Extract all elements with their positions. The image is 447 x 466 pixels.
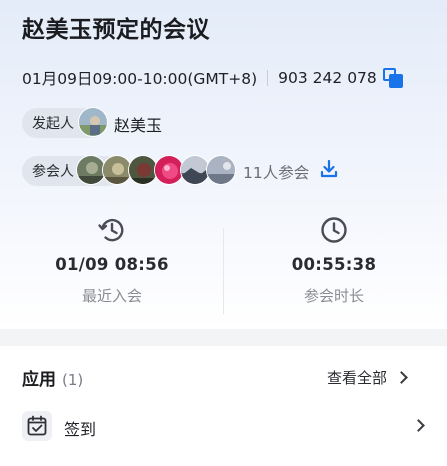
- chevron-right-icon: [395, 371, 408, 384]
- app-item-signin[interactable]: 签到: [0, 409, 447, 447]
- download-icon[interactable]: [319, 159, 339, 179]
- apps-section: 应用 (1) 查看全部 签到: [0, 346, 447, 466]
- meeting-id[interactable]: 903 242 078: [278, 69, 377, 87]
- avatar: [206, 155, 236, 185]
- apps-header: 应用 (1): [22, 365, 83, 390]
- chevron-right-icon: [412, 419, 425, 432]
- meeting-time-row: 01月09日09:00-10:00(GMT+8) 903 242 078: [22, 67, 403, 89]
- calendar-check-icon: [22, 411, 52, 441]
- apps-title: 应用: [22, 370, 56, 390]
- history-icon: [98, 218, 124, 242]
- recent-join-label: 最近入会: [81, 287, 142, 305]
- divider: [267, 70, 269, 86]
- copy-icon[interactable]: [382, 68, 403, 88]
- organizer-avatar[interactable]: [78, 107, 108, 137]
- organizer-name: 赵美玉: [114, 116, 163, 135]
- meeting-time: 01月09日09:00-10:00(GMT+8): [22, 70, 258, 88]
- attendee-count: 11人参会: [243, 164, 310, 182]
- recent-join-stat: 01/09 08:56 最近入会: [2, 215, 222, 306]
- attendee-avatar-list[interactable]: [76, 155, 236, 185]
- meeting-title: 赵美玉预定的会议: [22, 17, 210, 43]
- view-all-label: 查看全部: [327, 369, 388, 387]
- app-item-label: 签到: [64, 420, 97, 439]
- duration-stat: 00:55:38 参会时长: [224, 215, 444, 306]
- recent-join-value: 01/09 08:56: [55, 255, 169, 274]
- duration-label: 参会时长: [303, 287, 364, 305]
- apps-count: (1): [62, 371, 84, 389]
- clock-icon: [321, 217, 347, 243]
- organizer-label: 发起人: [32, 116, 74, 132]
- attendee-label: 参会人: [32, 164, 74, 180]
- duration-value: 00:55:38: [291, 255, 377, 274]
- view-all-link[interactable]: 查看全部: [327, 367, 408, 388]
